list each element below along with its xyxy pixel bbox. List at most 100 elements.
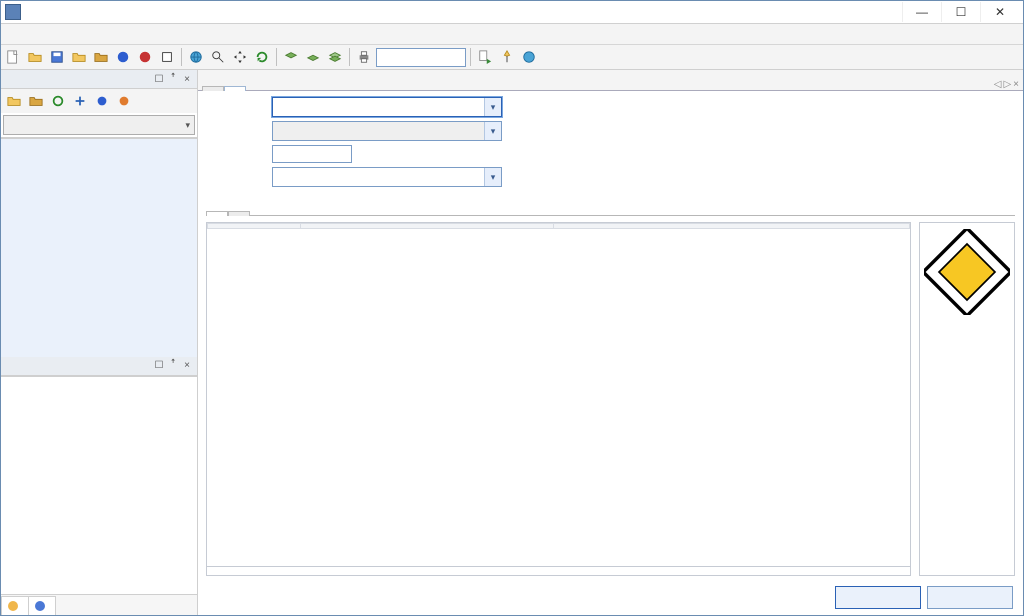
layer3-icon[interactable] bbox=[325, 47, 345, 67]
trafregel-combo[interactable]: ▾ bbox=[272, 167, 502, 187]
doc-tab-nav: ◁ ▷ × bbox=[994, 79, 1019, 90]
details-panel bbox=[207, 566, 910, 575]
sign-column bbox=[919, 222, 1015, 576]
footer-buttons bbox=[198, 580, 1023, 615]
layer2-icon[interactable] bbox=[303, 47, 323, 67]
tab-grundmall[interactable] bbox=[228, 211, 250, 216]
main-area: ◁ ▷ × ▾ ▾ bbox=[198, 70, 1023, 615]
folder-open-icon[interactable] bbox=[4, 91, 24, 111]
titlebar: — ☐ ✕ bbox=[1, 1, 1023, 24]
document-tabs: ◁ ▷ × bbox=[198, 70, 1023, 91]
search-tree-panel: ☐ ꜛ × ▾ bbox=[1, 70, 197, 138]
tab-karta[interactable] bbox=[202, 86, 224, 91]
next-tab-icon[interactable]: ▷ bbox=[1003, 79, 1011, 90]
add-icon[interactable] bbox=[70, 91, 90, 111]
priority-road-sign-icon bbox=[924, 229, 1010, 315]
col-mallnum[interactable] bbox=[208, 224, 301, 229]
separator bbox=[470, 48, 471, 66]
menu-karta[interactable] bbox=[95, 32, 111, 36]
square-icon[interactable] bbox=[157, 47, 177, 67]
app-window: — ☐ ✕ bbox=[0, 0, 1024, 616]
table-header-row bbox=[208, 224, 910, 229]
search-input[interactable] bbox=[376, 48, 466, 67]
preview-area bbox=[1, 377, 197, 595]
search-tree-header: ☐ ꜛ × bbox=[1, 70, 197, 89]
print-icon[interactable] bbox=[354, 47, 374, 67]
red-circle-icon[interactable] bbox=[135, 47, 155, 67]
cancel-button[interactable] bbox=[927, 586, 1013, 609]
close-button[interactable]: ✕ bbox=[980, 2, 1019, 22]
app-icon bbox=[5, 4, 21, 20]
layer1-icon[interactable] bbox=[281, 47, 301, 67]
folder-closed-icon[interactable] bbox=[26, 91, 46, 111]
tab-vagmarke[interactable] bbox=[28, 596, 56, 615]
ltftyp-combo[interactable]: ▾ bbox=[272, 121, 502, 141]
open-icon[interactable] bbox=[25, 47, 45, 67]
template-grid[interactable] bbox=[207, 223, 910, 566]
grid-wrap bbox=[206, 222, 911, 576]
search-tree-toolbar bbox=[1, 89, 197, 113]
menu-hjalp[interactable] bbox=[131, 32, 147, 36]
globe-icon[interactable] bbox=[186, 47, 206, 67]
tab-ny-ltf[interactable] bbox=[224, 86, 246, 91]
tree-filter-dropdown[interactable]: ▾ bbox=[3, 115, 195, 135]
menu-arkiv[interactable] bbox=[5, 32, 21, 36]
menu-rapportmallar[interactable] bbox=[59, 32, 75, 36]
tab-brukarmall[interactable] bbox=[206, 211, 228, 216]
chevron-down-icon: ▾ bbox=[484, 122, 501, 140]
continue-button[interactable] bbox=[835, 586, 921, 609]
content-row bbox=[198, 216, 1023, 580]
mallnr-input[interactable] bbox=[272, 145, 352, 163]
chevron-down-icon: ▾ bbox=[484, 168, 501, 186]
maximize-button[interactable]: ☐ bbox=[941, 2, 980, 22]
refresh-tree-icon[interactable] bbox=[48, 91, 68, 111]
prev-tab-icon[interactable]: ◁ bbox=[994, 79, 1002, 90]
blue-circle-icon[interactable] bbox=[113, 47, 133, 67]
menubar bbox=[1, 24, 1023, 45]
panel-close-icon[interactable]: × bbox=[181, 73, 193, 85]
sign-preview bbox=[919, 222, 1015, 576]
left-column: ☐ ꜛ × ▾ bbox=[1, 70, 198, 615]
panel-dock-icon[interactable]: ꜛ bbox=[167, 73, 179, 85]
separator bbox=[181, 48, 182, 66]
tree-area[interactable] bbox=[1, 138, 197, 357]
col-beskrivning[interactable] bbox=[301, 224, 554, 229]
refresh-icon[interactable] bbox=[252, 47, 272, 67]
panel-close-icon[interactable]: × bbox=[181, 360, 193, 372]
folder-icon[interactable] bbox=[69, 47, 89, 67]
left-bottom-tabs bbox=[1, 594, 197, 615]
dot-icon bbox=[35, 601, 45, 611]
zoom-icon[interactable] bbox=[208, 47, 228, 67]
chevron-down-icon: ▾ bbox=[185, 120, 190, 131]
orange-dot-icon[interactable] bbox=[114, 91, 134, 111]
plats-combo[interactable]: ▾ bbox=[272, 97, 502, 117]
menu-visa[interactable] bbox=[23, 32, 39, 36]
panel-dock-icon[interactable]: ꜛ bbox=[167, 360, 179, 372]
inner-tabs bbox=[206, 195, 1015, 216]
blue-dot-icon[interactable] bbox=[92, 91, 112, 111]
menu-fonster[interactable] bbox=[113, 32, 129, 36]
separator bbox=[276, 48, 277, 66]
menu-installningar[interactable] bbox=[77, 32, 93, 36]
minimize-button[interactable]: — bbox=[902, 2, 941, 22]
separator bbox=[349, 48, 350, 66]
panel-pin-icon[interactable]: ☐ bbox=[153, 360, 165, 372]
body: ☐ ꜛ × ▾ bbox=[1, 70, 1023, 615]
doc-arrow-icon[interactable] bbox=[475, 47, 495, 67]
pin-icon[interactable] bbox=[497, 47, 517, 67]
dot-icon bbox=[8, 601, 18, 611]
template-table bbox=[207, 223, 910, 229]
folder2-icon[interactable] bbox=[91, 47, 111, 67]
tab-forhandsgranska[interactable] bbox=[1, 596, 29, 615]
menu-stodregister[interactable] bbox=[41, 32, 57, 36]
close-tab-icon[interactable]: × bbox=[1013, 79, 1019, 90]
col-spacer bbox=[554, 224, 910, 229]
save-icon[interactable] bbox=[47, 47, 67, 67]
chevron-down-icon: ▾ bbox=[484, 98, 501, 116]
new-icon[interactable] bbox=[3, 47, 23, 67]
pan-icon[interactable] bbox=[230, 47, 250, 67]
panel-pin-icon[interactable]: ☐ bbox=[153, 73, 165, 85]
globe2-icon[interactable] bbox=[519, 47, 539, 67]
toolbar bbox=[1, 45, 1023, 70]
preview-panel: ☐ ꜛ × bbox=[1, 357, 197, 377]
